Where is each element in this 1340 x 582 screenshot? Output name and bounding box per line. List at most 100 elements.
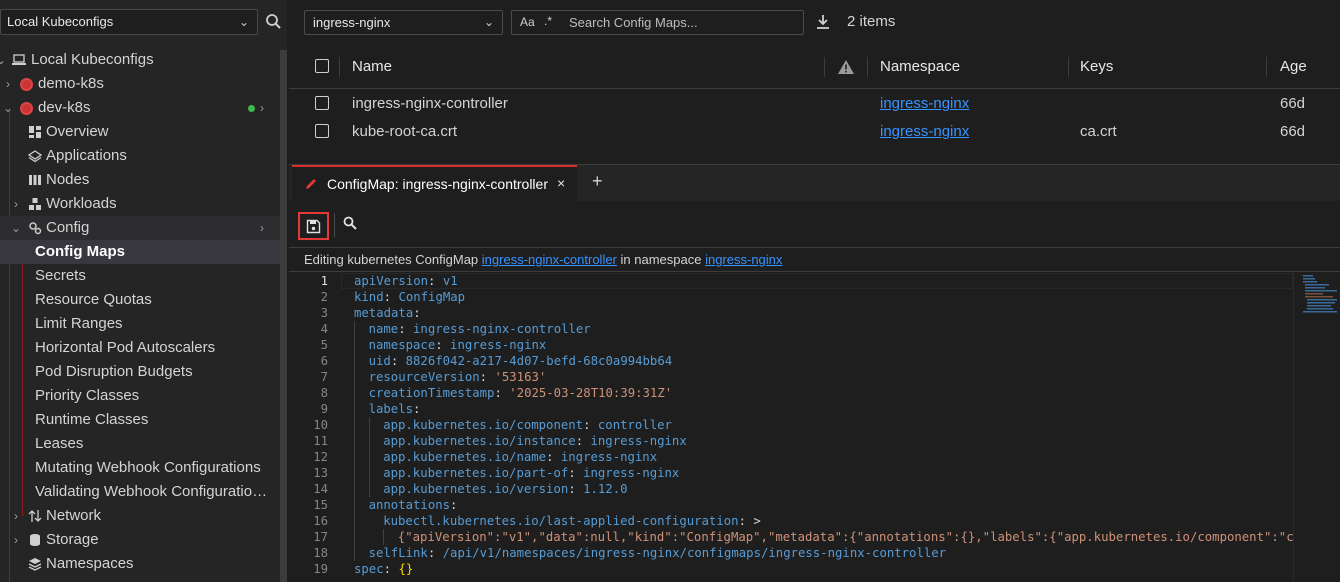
row-checkbox[interactable] xyxy=(315,124,329,138)
tab-configmap-editor[interactable]: ConfigMap: ingress-nginx-controller × xyxy=(292,165,577,201)
chevron-right-icon[interactable]: › xyxy=(256,96,268,120)
tree-item-leases[interactable]: Leases xyxy=(0,432,287,456)
tree-item-namespaces[interactable]: Namespaces xyxy=(0,552,287,576)
namespace-link[interactable]: ingress-nginx xyxy=(705,252,782,267)
resource-link[interactable]: ingress-nginx-controller xyxy=(482,252,617,267)
tree-item-horizontal-pod-autoscalers[interactable]: Horizontal Pod Autoscalers xyxy=(0,336,287,360)
row-namespace-link[interactable]: ingress-nginx xyxy=(880,123,969,140)
tree-item-nodes[interactable]: Nodes xyxy=(0,168,287,192)
yaml-editor[interactable]: 1 apiVersion: v1 2 kind: ConfigMap 3 metadata… xyxy=(289,273,1293,582)
sidebar-scrollbar[interactable] xyxy=(280,50,287,582)
tree-item-limit-ranges[interactable]: Limit Ranges xyxy=(0,312,287,336)
save-button[interactable] xyxy=(298,212,329,240)
code-line[interactable]: 4 name: ingress-nginx-controller xyxy=(289,321,1293,337)
yaml-colon: : xyxy=(738,514,746,528)
column-header-keys[interactable]: Keys xyxy=(1080,45,1113,88)
code-line[interactable]: 15 annotations: xyxy=(289,497,1293,513)
tree-item-local-kubeconfigs[interactable]: ⌄ Local Kubeconfigs xyxy=(0,48,287,72)
code-line[interactable]: 7 resourceVersion: '53163' xyxy=(289,369,1293,385)
code-line[interactable]: 12 app.kubernetes.io/name: ingress-nginx xyxy=(289,449,1293,465)
tree-item-label: Nodes xyxy=(46,171,90,188)
tree-item-overview[interactable]: Overview xyxy=(0,120,287,144)
tree-item-storage[interactable]: › Storage xyxy=(0,528,287,552)
row-namespace-link[interactable]: ingress-nginx xyxy=(880,95,969,112)
code-line[interactable]: 2 kind: ConfigMap xyxy=(289,289,1293,305)
tree-item-validating-webhook-configurations[interactable]: Validating Webhook Configuratio… xyxy=(0,480,287,504)
column-separator xyxy=(867,57,868,77)
yaml-space xyxy=(435,546,442,560)
tree-item-config[interactable]: ⌄ Config › xyxy=(0,216,287,240)
tree-item-dev-k8s[interactable]: ⌄ dev-k8s › xyxy=(0,96,287,120)
tree-item-demo-k8s[interactable]: › demo-k8s xyxy=(0,72,287,96)
code-line[interactable]: 8 creationTimestamp: '2025-03-28T10:39:31… xyxy=(289,385,1293,401)
table-header-divider xyxy=(289,88,1340,89)
row-name[interactable]: ingress-nginx-controller xyxy=(352,95,508,112)
yaml-space xyxy=(553,450,560,464)
search-input[interactable]: Aa .* Search Config Maps... xyxy=(511,10,804,35)
match-case-toggle[interactable]: Aa xyxy=(520,15,535,29)
yaml-key: metadata xyxy=(354,306,414,320)
add-tab-button[interactable]: + xyxy=(592,171,603,192)
minimap[interactable] xyxy=(1293,273,1340,582)
code-line[interactable]: 16 kubectl.kubernetes.io/last-applied-con… xyxy=(289,513,1293,529)
column-header-name[interactable]: Name xyxy=(352,45,392,88)
code-line[interactable]: 19 spec: {} xyxy=(289,561,1293,577)
tree-item-secrets[interactable]: Secrets xyxy=(0,264,287,288)
info-middle: in namespace xyxy=(616,252,706,267)
code-line[interactable]: 14 app.kubernetes.io/version: 1.12.0 xyxy=(289,481,1293,497)
indent-guide xyxy=(383,529,385,545)
code-line[interactable]: 18 selfLink: /api/v1/namespaces/ingress-n… xyxy=(289,545,1293,561)
code-line[interactable]: 11 app.kubernetes.io/instance: ingress-ng… xyxy=(289,433,1293,449)
yaml-value: 8826f042-a217-4d07-befd-68c0a994bb64 xyxy=(405,354,673,368)
close-icon[interactable]: × xyxy=(557,175,565,191)
tree-item-priority-classes[interactable]: Priority Classes xyxy=(0,384,287,408)
code-line[interactable]: 1 apiVersion: v1 xyxy=(289,273,1293,289)
tree-item-resource-quotas[interactable]: Resource Quotas xyxy=(0,288,287,312)
warning-icon[interactable] xyxy=(837,59,855,75)
workloads-icon xyxy=(29,198,41,210)
download-icon[interactable] xyxy=(815,14,831,30)
yaml-string: {"apiVersion":"v1","data":null,"kind":"C… xyxy=(397,530,1293,544)
tree-item-label: Applications xyxy=(46,147,127,164)
topbar: ingress-nginx ⌄ Aa .* Search Config Maps… xyxy=(289,0,1340,45)
tree-item-config-maps[interactable]: Config Maps xyxy=(0,240,287,264)
code-line[interactable]: 10 app.kubernetes.io/component: controlle… xyxy=(289,417,1293,433)
chevron-right-icon[interactable]: › xyxy=(256,216,268,240)
chevron-down-icon: ⌄ xyxy=(0,53,7,67)
tree-item-label: Local Kubeconfigs xyxy=(31,51,154,68)
pencil-icon xyxy=(306,179,316,189)
chevron-right-icon: › xyxy=(14,509,18,523)
tree-item-applications[interactable]: Applications xyxy=(0,144,287,168)
tree-item-pod-disruption-budgets[interactable]: Pod Disruption Budgets xyxy=(0,360,287,384)
code-line[interactable]: 6 uid: 8826f042-a217-4d07-befd-68c0a994bb… xyxy=(289,353,1293,369)
tree-item-workloads[interactable]: › Workloads xyxy=(0,192,287,216)
applications-icon xyxy=(28,150,42,163)
tree-item-runtime-classes[interactable]: Runtime Classes xyxy=(0,408,287,432)
code-line[interactable]: 13 app.kubernetes.io/part-of: ingress-ngi… xyxy=(289,465,1293,481)
yaml-colon: : xyxy=(398,322,406,336)
yaml-value: controller xyxy=(597,418,672,432)
column-header-age[interactable]: Age xyxy=(1280,45,1307,88)
column-header-namespace[interactable]: Namespace xyxy=(880,45,960,88)
row-checkbox[interactable] xyxy=(315,96,329,110)
context-select[interactable]: Local Kubeconfigs ⌄ xyxy=(0,9,258,35)
select-all-checkbox[interactable] xyxy=(315,59,329,73)
search-icon[interactable] xyxy=(342,215,358,231)
code-text: kubectl.kubernetes.io/last-applied-confi… xyxy=(383,513,761,529)
tree-item-label: Limit Ranges xyxy=(35,315,123,332)
indent-guide xyxy=(354,321,355,561)
row-name[interactable]: kube-root-ca.crt xyxy=(352,123,457,140)
regex-toggle[interactable]: .* xyxy=(544,14,552,28)
tree-item-network[interactable]: › Network xyxy=(0,504,287,528)
yaml-value: /api/v1/namespaces/ingress-nginx/configm… xyxy=(442,546,947,560)
code-line[interactable]: 5 namespace: ingress-nginx xyxy=(289,337,1293,353)
yaml-colon: : xyxy=(479,370,488,384)
namespace-select[interactable]: ingress-nginx ⌄ xyxy=(304,10,503,35)
code-line[interactable]: 17 {"apiVersion":"v1","data":null,"kind":… xyxy=(289,529,1293,545)
code-line[interactable]: 9 labels: xyxy=(289,401,1293,417)
tree-item-mutating-webhook-configurations[interactable]: Mutating Webhook Configurations xyxy=(0,456,287,480)
search-icon[interactable] xyxy=(263,11,285,33)
code-line[interactable]: 3 metadata: xyxy=(289,305,1293,321)
laptop-icon xyxy=(12,54,26,65)
tree-item-label: Mutating Webhook Configurations xyxy=(35,459,261,476)
